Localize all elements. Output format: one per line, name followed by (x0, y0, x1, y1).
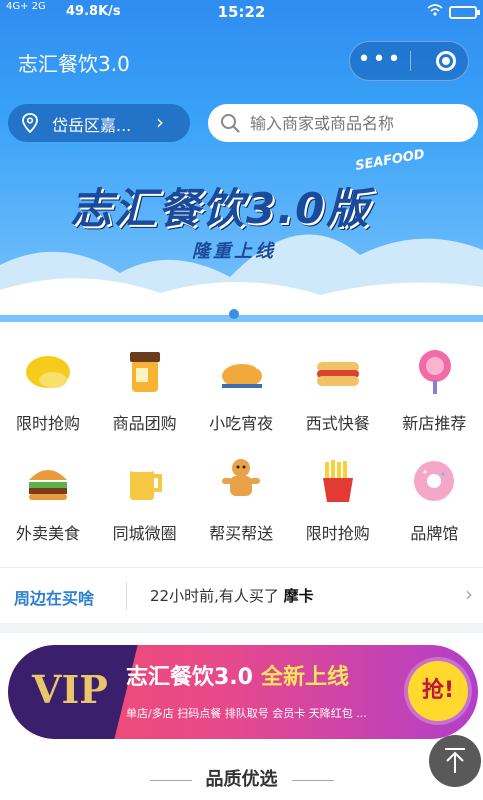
wifi-icon (427, 4, 443, 20)
category-item[interactable]: 外卖美食 (0, 452, 96, 552)
category-label: 同城微圈 (112, 524, 177, 543)
location-selector[interactable]: 岱岳区嘉... › (8, 104, 190, 142)
banner-subtitle: 隆重上线 (192, 241, 276, 262)
clock: 15:22 (217, 3, 266, 21)
category-label: 外卖美食 (15, 524, 80, 543)
grab-button[interactable]: 抢! (408, 661, 468, 721)
category-item[interactable]: 限时抢购 (0, 342, 96, 442)
search-input[interactable] (250, 110, 470, 136)
vip-badge: VIP (32, 667, 108, 712)
chevron-right-icon: › (156, 110, 164, 134)
lollipop-icon (419, 350, 452, 394)
category-item[interactable]: 同城微圈 (97, 452, 193, 552)
banner-title: 志汇餐饮3.0版 (70, 184, 371, 233)
ticker-message: 22小时前,有人买了 摩卡 (150, 585, 314, 606)
category-item[interactable]: 小吃宵夜 (193, 342, 289, 442)
gingerbread-icon (222, 459, 261, 496)
fries-icon (322, 460, 353, 502)
capsule-divider (410, 51, 411, 71)
section-title: 品质优选 (0, 765, 483, 791)
mini-program-capsule: ••• (349, 41, 469, 81)
promo-banner[interactable]: SEAFOOD 志汇餐饮3.0版 隆重上线 (0, 145, 483, 315)
search-bar[interactable] (208, 104, 478, 142)
vip-features: 单店/多店 扫码点餐 排队取号 会员卡 天降红包 ... (126, 707, 367, 720)
page-title: 志汇餐饮3.0 (18, 52, 130, 76)
category-item[interactable]: 新店推荐 (386, 342, 482, 442)
status-bar: 4G+ 2G 49.8K/s 15:22 (0, 0, 483, 26)
lemon-icon (26, 356, 70, 388)
category-label: 西式快餐 (305, 414, 370, 433)
ticker-divider (126, 582, 127, 610)
location-label: 岱岳区嘉... (52, 116, 132, 135)
back-to-top-button[interactable] (429, 735, 481, 787)
vip-banner[interactable]: VIP 志汇餐饮3.0 全新上线 单店/多店 扫码点餐 排队取号 会员卡 天降红包… (8, 645, 478, 739)
seafood-decor-text: SEAFOOD (354, 147, 426, 174)
hotdog-icon (316, 362, 359, 386)
ticker-message-prefix: 22小时前,有人买了 (150, 587, 279, 605)
header-area: 4G+ 2G 49.8K/s 15:22 志汇餐饮3.0 ••• 岱岳区嘉...… (0, 0, 483, 330)
category-item[interactable]: 限时抢购 (290, 452, 386, 552)
nearby-purchases-ticker[interactable]: 周边在买啥 22小时前,有人买了 摩卡 › (0, 567, 483, 623)
nav-bar: 志汇餐饮3.0 ••• (0, 36, 483, 88)
location-pin-icon (22, 113, 38, 133)
more-dots-icon[interactable]: ••• (350, 42, 410, 80)
vip-title-text: 志汇餐饮3.0 (126, 665, 253, 690)
vip-highlight: 全新上线 (260, 665, 349, 690)
vip-section: VIP 志汇餐饮3.0 全新上线 单店/多店 扫码点餐 排队取号 会员卡 天降红包… (0, 633, 483, 800)
category-label: 限时抢购 (15, 414, 80, 433)
category-item[interactable]: 西式快餐 (290, 342, 386, 442)
category-label: 商品团购 (112, 414, 177, 433)
burger-icon (29, 470, 67, 500)
donut-icon (414, 461, 455, 501)
arrow-up-icon (445, 748, 465, 773)
search-icon (221, 114, 240, 133)
category-item[interactable]: 帮买帮送 (193, 452, 289, 552)
vip-title: 志汇餐饮3.0 全新上线 (126, 659, 349, 691)
category-label: 帮买帮送 (209, 524, 274, 543)
ticker-tag: 周边在买啥 (14, 589, 95, 608)
category-label: 品牌馆 (410, 524, 459, 543)
category-label: 限时抢购 (305, 524, 370, 543)
category-label: 新店推荐 (402, 414, 467, 433)
category-item[interactable]: 商品团购 (97, 342, 193, 442)
ticker-item: 摩卡 (283, 587, 314, 605)
carousel-indicator[interactable] (229, 309, 239, 319)
target-circle-icon[interactable] (436, 51, 456, 71)
beer-mug-icon (129, 464, 162, 500)
chevron-right-icon: › (465, 582, 473, 606)
category-label: 小吃宵夜 (209, 414, 274, 433)
honey-jar-icon (129, 352, 160, 392)
category-item[interactable]: 品牌馆 (386, 452, 482, 552)
roast-chicken-icon (222, 360, 266, 388)
battery-icon (449, 6, 480, 19)
